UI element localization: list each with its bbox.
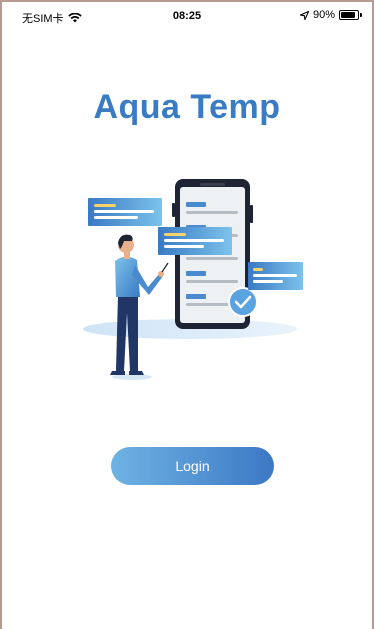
floating-card-middle	[158, 227, 232, 255]
login-illustration	[83, 179, 303, 380]
battery-percent: 90%	[312, 9, 335, 21]
status-right: 90%	[299, 9, 362, 21]
battery-icon	[339, 10, 359, 20]
check-icon	[228, 287, 258, 317]
location-arrow-icon	[299, 10, 309, 20]
person-figure	[110, 234, 169, 380]
floating-card-right	[248, 262, 303, 290]
battery-fill	[341, 12, 355, 18]
status-bar: 无SIM卡 08:25 90%	[0, 0, 374, 26]
battery-cap	[360, 13, 362, 17]
app-title: Aqua Temp	[93, 88, 281, 126]
floating-card-left	[88, 198, 162, 226]
login-button[interactable]: Login	[111, 447, 274, 485]
